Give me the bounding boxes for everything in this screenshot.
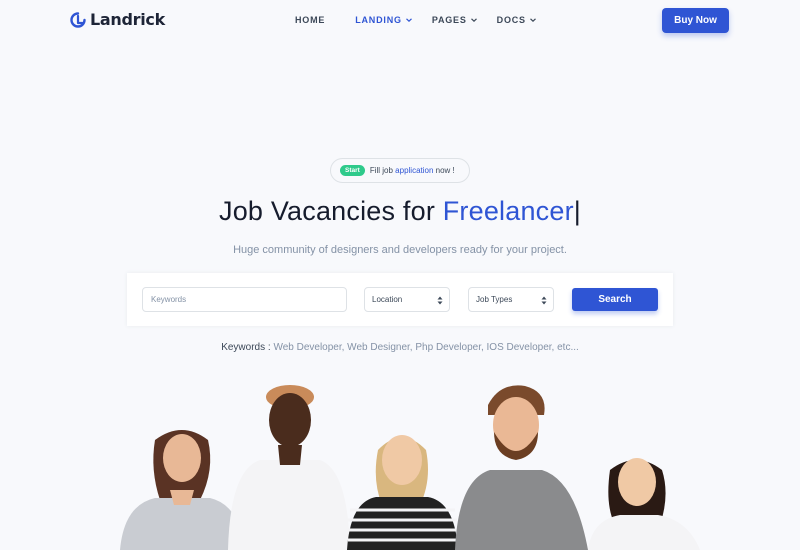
- job-types-select-value: Job Types: [476, 295, 513, 304]
- buy-now-button[interactable]: Buy Now: [662, 8, 729, 33]
- pill-suffix: now !: [435, 166, 455, 175]
- hero-people-image: [120, 385, 700, 550]
- navbar: Landrick HOME LANDING PAGES DOCS Buy Now: [0, 0, 800, 42]
- person-4: [455, 385, 588, 550]
- typing-cursor: |: [573, 196, 581, 226]
- person-5: [588, 458, 700, 550]
- search-button[interactable]: Search: [572, 288, 658, 311]
- pill-highlight: application: [395, 166, 434, 175]
- select-arrows-icon: [437, 296, 443, 305]
- keywords-label: Keywords :: [221, 342, 271, 353]
- keywords-list: Web Developer, Web Designer, Php Develop…: [273, 342, 579, 353]
- title-highlight: Freelancer: [442, 196, 574, 226]
- start-badge: Start: [340, 165, 365, 176]
- nav-item-label: HOME: [295, 15, 326, 25]
- pill-prefix: Fill job: [369, 166, 393, 175]
- nav-item-label: PAGES: [431, 15, 467, 25]
- nav-item-label: DOCS: [496, 15, 526, 25]
- nav-menu: HOME LANDING PAGES DOCS: [295, 15, 537, 25]
- nav-item-pages[interactable]: PAGES: [432, 15, 478, 25]
- select-arrows-icon: [541, 296, 547, 305]
- pill-text: Fill job application now !: [370, 166, 455, 175]
- job-types-select[interactable]: Job Types: [468, 287, 554, 312]
- logo-mark-icon: [70, 11, 86, 28]
- chevron-down-icon: [529, 18, 536, 23]
- brand-logo[interactable]: Landrick: [70, 10, 165, 29]
- title-prefix: Job Vacancies for: [219, 196, 436, 226]
- popular-keywords: Keywords : Web Developer, Web Designer, …: [0, 342, 800, 353]
- nav-item-landing[interactable]: LANDING: [355, 15, 413, 25]
- chevron-down-icon: [405, 18, 412, 23]
- person-3: [347, 435, 458, 550]
- hero-announcement-pill[interactable]: Start Fill job application now !: [330, 158, 470, 183]
- brand-name: Landrick: [90, 10, 165, 29]
- job-search-form: Location Job Types Search: [127, 273, 673, 326]
- person-2: [228, 385, 350, 550]
- keywords-input[interactable]: [142, 287, 347, 312]
- hero-subtitle: Huge community of designers and develope…: [233, 244, 567, 256]
- location-select[interactable]: Location: [364, 287, 450, 312]
- hero-title: Job Vacancies for Freelancer|: [0, 196, 800, 227]
- nav-item-home[interactable]: HOME: [295, 15, 325, 25]
- chevron-down-icon: [470, 18, 477, 23]
- person-1: [120, 430, 244, 550]
- nav-item-label: LANDING: [355, 15, 402, 25]
- location-select-value: Location: [372, 295, 403, 304]
- nav-item-docs[interactable]: DOCS: [497, 15, 537, 25]
